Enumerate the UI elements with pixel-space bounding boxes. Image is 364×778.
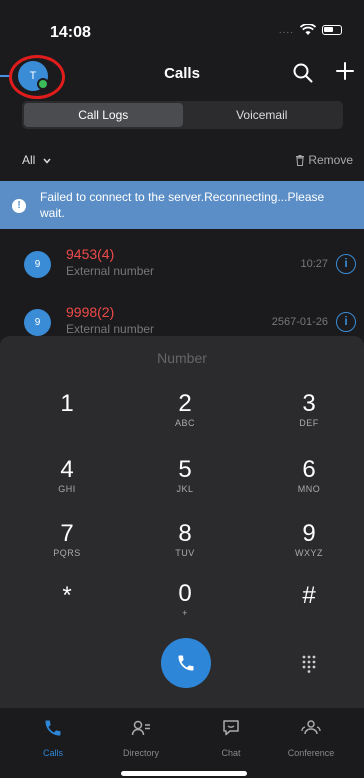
- wifi-icon: [300, 24, 316, 35]
- contacts-icon: [131, 720, 150, 736]
- tab-label: Conference: [287, 748, 335, 758]
- dial-key-4[interactable]: 4 GHI: [22, 456, 112, 506]
- keypad-grid-icon[interactable]: [296, 650, 322, 676]
- status-bar: 14:08 ....: [0, 0, 364, 48]
- key-letters: PQRS: [53, 548, 81, 558]
- home-indicator: [121, 771, 247, 776]
- call-log-row[interactable]: 9 9453(4) External number 10:27 i: [0, 240, 364, 288]
- trash-icon: [296, 154, 305, 166]
- phone-icon: [45, 720, 61, 736]
- key-letters: MNO: [297, 484, 321, 494]
- banner-text: Failed to connect to the server.Reconnec…: [40, 190, 325, 220]
- tab-conference[interactable]: Conference: [266, 718, 356, 758]
- tab-calls[interactable]: Calls: [8, 718, 98, 758]
- key-digit: 6: [302, 456, 316, 483]
- call-button[interactable]: [161, 638, 211, 688]
- dial-key-star[interactable]: *: [22, 582, 112, 632]
- key-letters: WXYZ: [295, 548, 323, 558]
- dial-key-7[interactable]: 7 PQRS: [22, 520, 112, 570]
- dial-key-hash[interactable]: #: [264, 582, 354, 632]
- key-letters: +: [182, 608, 188, 618]
- number-input[interactable]: Number: [0, 350, 364, 366]
- call-number: 9998(2): [66, 304, 115, 320]
- dial-key-1[interactable]: 1: [22, 390, 112, 440]
- search-icon[interactable]: [292, 62, 314, 84]
- contact-avatar: 9: [24, 309, 51, 336]
- tab-chat[interactable]: Chat: [186, 718, 276, 758]
- key-digit: 8: [178, 520, 192, 547]
- segmented-control: Call Logs Voicemail: [22, 101, 343, 129]
- key-digit: 2: [178, 390, 192, 417]
- key-letters: JKL: [176, 484, 194, 494]
- remove-label: Remove: [308, 153, 353, 167]
- conference-icon: [301, 720, 321, 735]
- phone-icon: [178, 655, 194, 671]
- chevron-down-icon: [43, 158, 51, 164]
- status-time: 14:08: [50, 24, 91, 41]
- key-letters: ABC: [174, 418, 195, 428]
- dial-key-6[interactable]: 6 MNO: [264, 456, 354, 506]
- signal-icon: ....: [278, 24, 294, 36]
- remove-button[interactable]: Remove: [295, 153, 353, 167]
- key-digit: 4: [60, 456, 74, 483]
- dial-key-2[interactable]: 2 ABC: [140, 390, 230, 440]
- filter-label: All: [22, 153, 36, 167]
- contact-avatar: 9: [24, 251, 51, 278]
- dial-key-5[interactable]: 5 JKL: [140, 456, 230, 506]
- tab-voicemail[interactable]: Voicemail: [183, 103, 342, 127]
- chat-icon: [223, 720, 239, 736]
- add-icon[interactable]: [334, 60, 356, 82]
- tab-directory[interactable]: Directory: [96, 718, 186, 758]
- dial-key-3[interactable]: 3 DEF: [264, 390, 354, 440]
- dialpad-panel: Number 1 2 ABC 3 DEF 4 GHI 5 JKL 6 MNO 7…: [0, 336, 364, 708]
- key-digit: 0: [178, 580, 192, 607]
- key-digit: 7: [60, 520, 74, 547]
- info-icon[interactable]: i: [336, 312, 356, 332]
- bottom-tab-bar: Calls Directory Chat Conference: [0, 708, 364, 778]
- filter-dropdown[interactable]: All: [22, 153, 51, 167]
- call-time: 10:27: [300, 258, 328, 270]
- tab-call-logs[interactable]: Call Logs: [24, 103, 183, 127]
- key-digit: *: [62, 582, 72, 609]
- key-digit: 5: [178, 456, 192, 483]
- tab-label: Calls: [42, 748, 63, 758]
- call-time: 2567-01-26: [271, 316, 328, 328]
- tab-label: Directory: [122, 748, 159, 758]
- key-letters: TUV: [175, 548, 195, 558]
- connection-error-banner: ! Failed to connect to the server.Reconn…: [0, 181, 364, 229]
- info-icon[interactable]: i: [336, 254, 356, 274]
- status-icons: ....: [279, 24, 342, 36]
- tab-label: Chat: [221, 748, 241, 758]
- alert-icon: !: [12, 199, 26, 213]
- key-digit: #: [302, 582, 316, 609]
- battery-icon: [322, 25, 342, 35]
- call-number: 9453(4): [66, 246, 115, 262]
- key-letters: GHI: [58, 484, 76, 494]
- dial-key-9[interactable]: 9 WXYZ: [264, 520, 354, 570]
- key-letters: DEF: [299, 418, 319, 428]
- dial-key-0[interactable]: 0 +: [140, 580, 230, 630]
- key-digit: 1: [60, 390, 74, 417]
- call-type: External number: [66, 264, 155, 278]
- dial-key-8[interactable]: 8 TUV: [140, 520, 230, 570]
- call-type: External number: [66, 322, 155, 336]
- key-digit: 3: [302, 390, 316, 417]
- key-digit: 9: [302, 520, 316, 547]
